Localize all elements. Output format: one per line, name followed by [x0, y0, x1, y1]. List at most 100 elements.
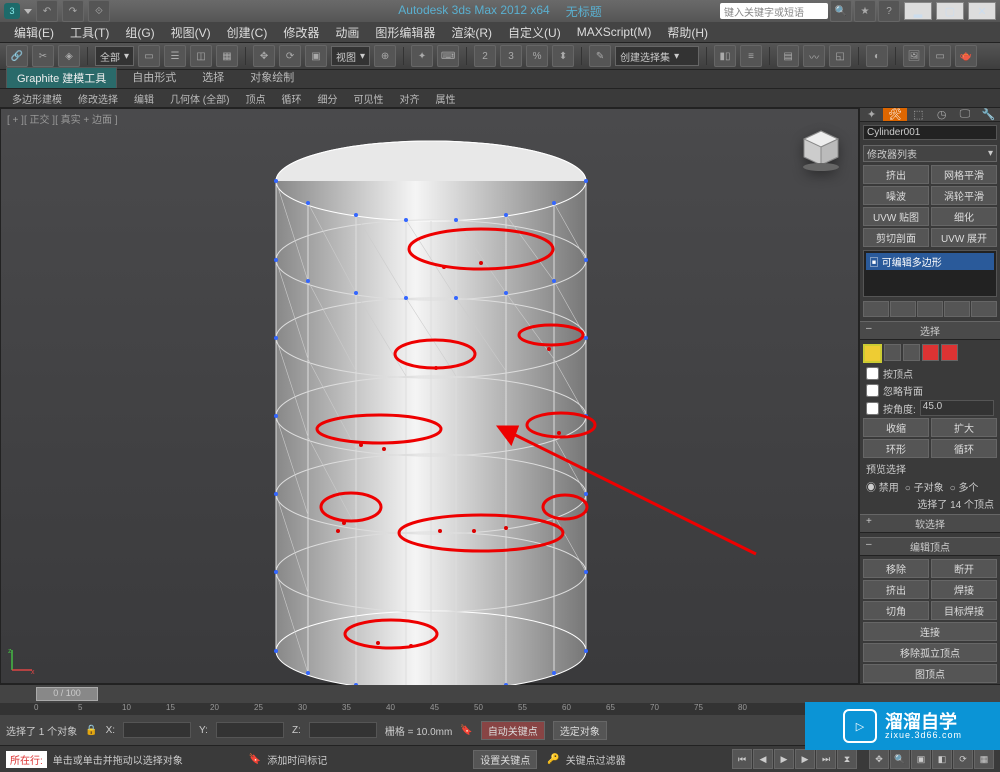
tab-modify-icon[interactable]: 🛠: [883, 108, 906, 121]
ribbon-tab-objectpaint[interactable]: 对象绘制: [239, 66, 305, 88]
selection-filter[interactable]: 全部▾: [95, 46, 134, 66]
subobj-polygon-icon[interactable]: [922, 344, 939, 361]
menu-help[interactable]: 帮助(H): [659, 22, 716, 43]
modifier-list[interactable]: 修改器列表▾: [863, 145, 997, 162]
btn-setkey[interactable]: 设置关键点: [473, 750, 537, 769]
menu-maxscript[interactable]: MAXScript(M): [569, 23, 660, 41]
align-icon[interactable]: ≡: [740, 45, 762, 67]
mod-extrude[interactable]: 挤出: [863, 165, 929, 184]
subobj-element-icon[interactable]: [941, 344, 958, 361]
btn-connect[interactable]: 连接: [863, 622, 997, 641]
keyboard-icon[interactable]: ⌨: [437, 45, 459, 67]
ribbon-tab-freeform[interactable]: 自由形式: [121, 66, 187, 88]
mod-tessellate[interactable]: 细化: [931, 207, 997, 226]
bind-icon[interactable]: ◈: [58, 45, 80, 67]
qat-redo[interactable]: ↷: [62, 0, 84, 22]
rollout-editvert[interactable]: 编辑顶点: [860, 537, 1000, 556]
angle-spinner[interactable]: 45.0: [920, 400, 994, 416]
play-icon[interactable]: ▶: [774, 749, 794, 769]
time-slider-thumb[interactable]: 0 / 100: [36, 687, 98, 701]
coord-y[interactable]: [216, 722, 284, 738]
menu-group[interactable]: 组(G): [117, 22, 162, 43]
select-region-icon[interactable]: ◫: [190, 45, 212, 67]
ribbon-tab-graphite[interactable]: Graphite 建模工具: [6, 67, 117, 88]
script-line[interactable]: 所在行:: [6, 751, 47, 768]
chk-byvertex[interactable]: 按顶点: [866, 366, 994, 381]
pivot-icon[interactable]: ⊕: [374, 45, 396, 67]
snap2d-icon[interactable]: 2: [474, 45, 496, 67]
app-logo[interactable]: 3: [4, 3, 20, 19]
tab-hierarchy-icon[interactable]: ⬚: [907, 108, 930, 121]
add-time-tag[interactable]: 添加时间标记: [267, 752, 327, 767]
menu-rendering[interactable]: 渲染(R): [443, 22, 500, 43]
window-maximize[interactable]: ▢: [936, 2, 964, 20]
link-icon[interactable]: 🔗: [6, 45, 28, 67]
menu-animation[interactable]: 动画: [327, 22, 367, 43]
mod-uvwmap[interactable]: UVW 贴图: [863, 207, 929, 226]
curve-editor-icon[interactable]: 〰: [803, 45, 825, 67]
menu-create[interactable]: 创建(C): [219, 22, 276, 43]
app-menu-arrow[interactable]: [24, 9, 32, 14]
stack-remove-icon[interactable]: [944, 301, 970, 317]
btn-autokey[interactable]: 自动关键点: [481, 721, 545, 740]
stack-pin-icon[interactable]: [863, 301, 889, 317]
panel-edit[interactable]: 编辑: [128, 90, 160, 107]
stack-showend-icon[interactable]: [890, 301, 916, 317]
rollout-selection[interactable]: 选择: [860, 321, 1000, 340]
goto-start-icon[interactable]: ⏮: [732, 749, 752, 769]
window-minimize[interactable]: ▂: [904, 2, 932, 20]
btn-break[interactable]: 断开: [931, 559, 997, 578]
next-frame-icon[interactable]: ▶: [795, 749, 815, 769]
menu-customize[interactable]: 自定义(U): [500, 22, 569, 43]
coord-z[interactable]: [309, 722, 377, 738]
btn-targetweld[interactable]: 目标焊接: [931, 601, 997, 620]
select-icon[interactable]: ▭: [138, 45, 160, 67]
panel-props[interactable]: 属性: [429, 90, 461, 107]
edit-named-sel-icon[interactable]: ✎: [589, 45, 611, 67]
schematic-icon[interactable]: ◱: [829, 45, 851, 67]
help-icon[interactable]: ?: [878, 0, 900, 22]
chk-ignoreback[interactable]: 忽略背面: [866, 383, 994, 398]
btn-remove-iso[interactable]: 移除孤立顶点: [863, 643, 997, 662]
radio-multi[interactable]: ○ 多个: [950, 479, 979, 494]
tab-create-icon[interactable]: ✦: [860, 108, 883, 121]
ref-coord[interactable]: 视图▾: [331, 46, 370, 66]
render-frame-icon[interactable]: ▭: [929, 45, 951, 67]
stack-unique-icon[interactable]: [917, 301, 943, 317]
btn-grow[interactable]: 扩大: [931, 418, 997, 437]
select-name-icon[interactable]: ☰: [164, 45, 186, 67]
goto-end-icon[interactable]: ⏭: [816, 749, 836, 769]
panel-align[interactable]: 对齐: [393, 90, 425, 107]
btn-ring[interactable]: 环形: [863, 439, 929, 458]
mod-turbosmooth[interactable]: 涡轮平滑: [931, 186, 997, 205]
tab-display-icon[interactable]: 🖵: [953, 108, 976, 121]
stack-editable-poly[interactable]: ▣ 可编辑多边形: [866, 253, 994, 270]
radio-off[interactable]: ◉ 禁用: [866, 479, 899, 494]
prev-frame-icon[interactable]: ◀: [753, 749, 773, 769]
chk-byangle[interactable]: [866, 402, 879, 415]
named-sel-set[interactable]: 创建选择集▾: [615, 46, 699, 66]
mod-meshsmooth[interactable]: 网格平滑: [931, 165, 997, 184]
lock-icon[interactable]: 🔒: [85, 725, 97, 736]
subobj-edge-icon[interactable]: [884, 344, 901, 361]
btn-loop[interactable]: 循环: [931, 439, 997, 458]
time-config-icon[interactable]: ⧗: [837, 749, 857, 769]
sel-filter[interactable]: 选定对象: [553, 721, 607, 740]
stack-config-icon[interactable]: [971, 301, 997, 317]
nav-zoomext-icon[interactable]: ▣: [911, 749, 931, 769]
mod-uvwunwrap[interactable]: UVW 展开: [931, 228, 997, 247]
search-go-icon[interactable]: 🔍: [830, 0, 852, 22]
menu-views[interactable]: 视图(V): [163, 22, 219, 43]
snap-percent-icon[interactable]: %: [526, 45, 548, 67]
btn-remove-unused[interactable]: 图顶点: [863, 664, 997, 683]
rotate-icon[interactable]: ⟳: [279, 45, 301, 67]
panel-modsel[interactable]: 修改选择: [72, 90, 124, 107]
panel-geoall[interactable]: 几何体 (全部): [164, 90, 235, 107]
panel-vertex[interactable]: 顶点: [239, 90, 271, 107]
tab-utilities-icon[interactable]: 🔧: [977, 108, 1000, 121]
panel-loops[interactable]: 循环: [275, 90, 307, 107]
btn-shrink[interactable]: 收缩: [863, 418, 929, 437]
menu-modifiers[interactable]: 修改器: [275, 22, 327, 43]
nav-pan-icon[interactable]: ✥: [869, 749, 889, 769]
btn-weld[interactable]: 焊接: [931, 580, 997, 599]
